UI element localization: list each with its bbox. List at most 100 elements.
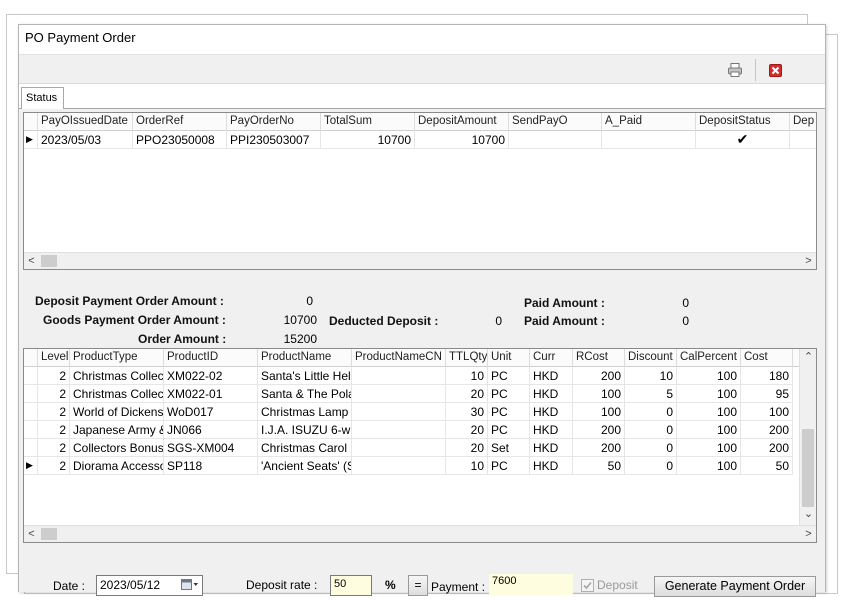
window-title: PO Payment Order (25, 30, 136, 45)
cell-curr: HKD (530, 421, 573, 439)
order-item-row[interactable]: 2 Collectors Bonus (SGS-XM004 Christmas Ca… (24, 439, 799, 457)
cell-a-paid (602, 131, 696, 149)
header-corner (24, 113, 38, 131)
col-header-rcost[interactable]: RCost (573, 349, 625, 367)
cell-dep (790, 131, 816, 149)
col-header-curr[interactable]: Curr (530, 349, 573, 367)
cell-rcost: 100 (573, 403, 625, 421)
cell-calpercent: 100 (677, 367, 741, 385)
close-x-icon (768, 63, 782, 77)
cell-cost: 200 (741, 421, 793, 439)
order-item-row[interactable]: 2Christmas CollecticXM022-02Santa's Litt… (24, 367, 799, 385)
scroll-left-icon[interactable]: < (24, 254, 39, 269)
calendar-icon[interactable] (181, 579, 199, 594)
cell-calpercent: 100 (677, 457, 741, 475)
scroll-thumb[interactable] (41, 528, 57, 540)
col-header-productid[interactable]: ProductID (164, 349, 258, 367)
cell-producttype: Japanese Army & I (70, 421, 164, 439)
items-vertical-scrollbar[interactable]: ⌃ ⌄ (799, 349, 816, 525)
cell-ttlqty: 20 (446, 421, 488, 439)
cell-rcost: 200 (573, 421, 625, 439)
cell-calpercent: 100 (677, 385, 741, 403)
paid-amount-label: Paid Amount : (524, 296, 605, 310)
cell-productname: Santa's Little Help (258, 367, 352, 385)
col-header-depositamount[interactable]: DepositAmount (415, 113, 509, 131)
cell-discount: 0 (625, 457, 677, 475)
col-header-productnamecn[interactable]: ProductNameCN (352, 349, 446, 367)
col-header-payorderno[interactable]: PayOrderNo (227, 113, 321, 131)
cell-productnamecn (352, 439, 446, 457)
toolbar (19, 54, 825, 84)
col-header-orderref[interactable]: OrderRef (133, 113, 227, 131)
deposit-checkbox[interactable]: Deposit (581, 578, 638, 592)
cell-curr: HKD (530, 439, 573, 457)
col-header-depositstatus[interactable]: DepositStatus (696, 113, 790, 131)
deducted-deposit-label: Deducted Deposit : (329, 314, 439, 328)
cell-producttype: Christmas Collectic (70, 367, 164, 385)
print-button[interactable] (725, 60, 745, 80)
scroll-thumb[interactable] (802, 429, 814, 507)
items-horizontal-scrollbar[interactable]: < > (24, 525, 816, 542)
col-header-dep[interactable]: Dep (790, 113, 816, 131)
cell-productid: SP118 (164, 457, 258, 475)
generate-payment-order-button[interactable]: Generate Payment Order (654, 576, 816, 597)
col-header-ttlqty[interactable]: TTLQty (446, 349, 488, 367)
cell-unit: PC (488, 385, 530, 403)
scroll-thumb[interactable] (41, 255, 57, 267)
header-corner (24, 349, 38, 367)
row-indicator (24, 439, 38, 457)
col-header-sendpayo[interactable]: SendPayO (509, 113, 602, 131)
col-header-producttype[interactable]: ProductType (70, 349, 164, 367)
col-header-discount[interactable]: Discount (625, 349, 677, 367)
col-header-productname[interactable]: ProductName (258, 349, 352, 367)
cell-productid: JN066 (164, 421, 258, 439)
cell-rcost: 200 (573, 367, 625, 385)
col-header-a-paid[interactable]: A_Paid (602, 113, 696, 131)
checkbox-checked-icon (581, 578, 594, 592)
orders-horizontal-scrollbar[interactable]: < > (24, 252, 816, 269)
tab-status[interactable]: Status (21, 87, 65, 110)
col-header-cost[interactable]: Cost (741, 349, 793, 367)
deposit-rate-label: Deposit rate : (246, 578, 318, 592)
cell-productnamecn (352, 367, 446, 385)
scroll-down-icon[interactable]: ⌄ (801, 507, 816, 522)
cell-calpercent: 100 (677, 439, 741, 457)
col-header-payoissueddate[interactable]: PayOIssuedDate (38, 113, 133, 131)
scroll-right-icon[interactable]: > (801, 254, 816, 269)
deposit-po-amount-label: Deposit Payment Order Amount : (35, 294, 224, 308)
col-header-calpercent[interactable]: CalPercent (677, 349, 741, 367)
cell-payorderno: PPI230503007 (227, 131, 321, 149)
cell-level: 2 (38, 421, 70, 439)
cell-rcost: 200 (573, 439, 625, 457)
col-header-unit[interactable]: Unit (488, 349, 530, 367)
cell-productname: I.J.A. ISUZU 6-wh (258, 421, 352, 439)
cell-depositamount: 10700 (415, 131, 509, 149)
payment-value: 7600 (489, 574, 573, 595)
order-item-row[interactable]: 2World of DickensWoD017Christmas Lamp pc… (24, 403, 799, 421)
order-item-row[interactable]: 2 Japanese Army & I JN066 I.J.A. ISUZU 6-wh… (24, 421, 799, 439)
date-picker[interactable]: 2023/05/12 (96, 575, 203, 596)
cell-calpercent: 100 (677, 403, 741, 421)
goods-po-amount-value: 10700 (283, 313, 317, 327)
date-label: Date : (53, 579, 86, 593)
payment-order-row[interactable]: ▶ 2023/05/03 PPO23050008 PPI230503007 10… (24, 131, 816, 149)
order-item-row[interactable]: 2Christmas CollecticXM022-01Santa & The … (24, 385, 799, 403)
cell-cost: 180 (741, 367, 793, 385)
col-header-totalsum[interactable]: TotalSum (321, 113, 415, 131)
cell-productnamecn (352, 403, 446, 421)
cell-orderref: PPO23050008 (133, 131, 227, 149)
scroll-up-icon[interactable]: ⌃ (801, 350, 816, 365)
close-button[interactable] (765, 60, 785, 80)
equals-button[interactable]: = (408, 575, 428, 596)
cell-ttlqty: 10 (446, 457, 488, 475)
order-items-grid: Level ProductType ProductID ProductName … (23, 348, 817, 543)
deposit-rate-input[interactable]: 50 (330, 575, 372, 596)
deducted-deposit-value: 0 (495, 314, 502, 328)
col-header-level[interactable]: Level (38, 349, 70, 367)
cell-level: 2 (38, 439, 70, 457)
scroll-right-icon[interactable]: > (801, 527, 816, 542)
cell-producttype: Collectors Bonus ( (70, 439, 164, 457)
scroll-left-icon[interactable]: < (24, 527, 39, 542)
tab-strip: Status (19, 85, 825, 110)
order-item-row[interactable]: ▶ 2 Diorama Accessor SP118 'Ancient Seats' (… (24, 457, 799, 475)
